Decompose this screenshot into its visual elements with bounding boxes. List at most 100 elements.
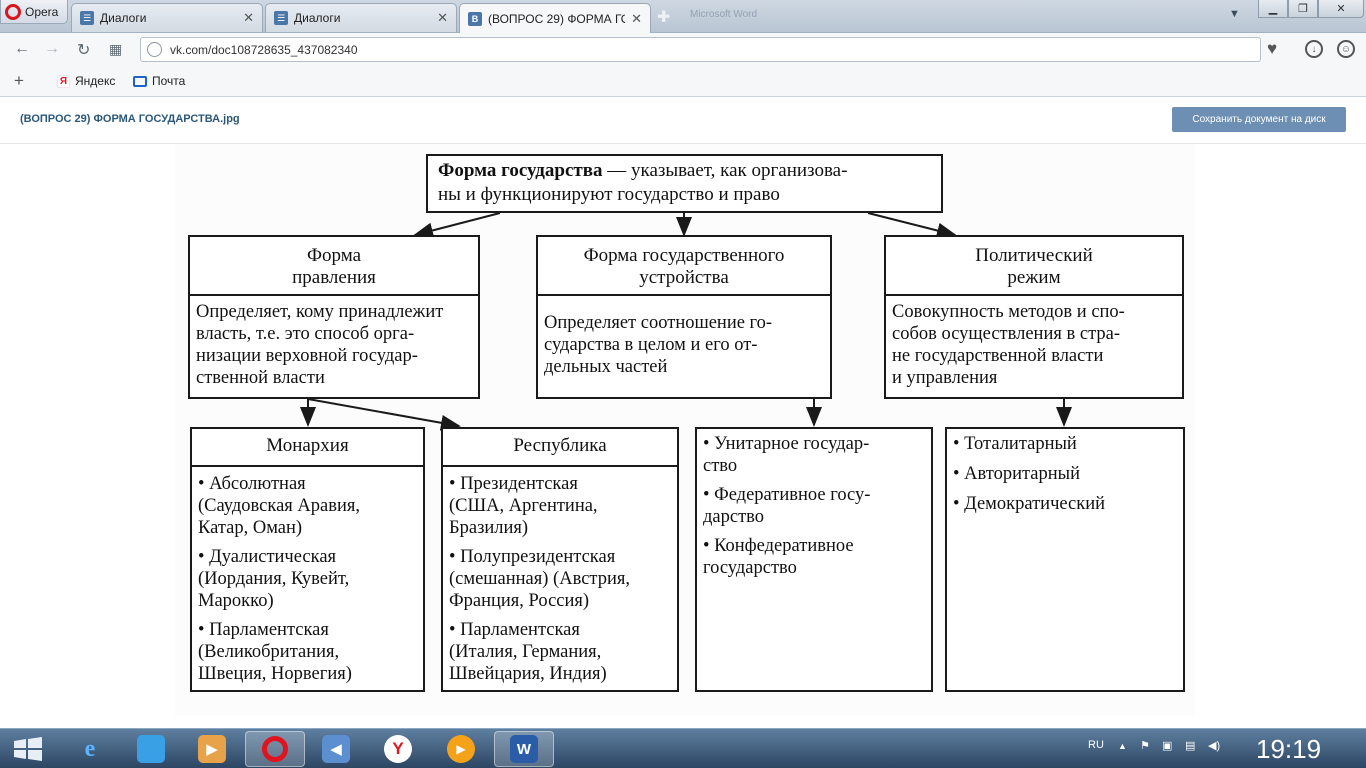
word-taskbar-button[interactable]: W <box>494 731 554 767</box>
back-icon[interactable]: ← <box>14 40 30 58</box>
body-line: не государственной власти <box>892 346 1104 366</box>
regime-types-box: • Тоталитарный • Авторитарный • Демократ… <box>945 427 1185 692</box>
tab-dialogi-2[interactable]: ☰ Диалоги ✕ <box>265 3 457 32</box>
close-icon[interactable]: ✕ <box>631 11 642 27</box>
vk-icon: ☰ <box>80 11 94 25</box>
language-indicator[interactable]: RU <box>1088 739 1104 751</box>
item-line: Марокко) <box>198 591 274 611</box>
device-icon[interactable]: ▣ <box>1162 739 1172 752</box>
tab-dialogi-1[interactable]: ☰ Диалоги ✕ <box>71 3 263 32</box>
yandex-icon: Я <box>57 74 70 88</box>
item-line: Бразилия) <box>449 518 529 538</box>
media-player-icon: ▶ <box>198 735 226 763</box>
account-icon[interactable]: ☺ <box>1337 40 1355 58</box>
item-line: (Италия, Германия, <box>449 642 602 662</box>
title-line: правления <box>292 267 376 288</box>
vk-icon: ☰ <box>274 11 288 25</box>
tab-document[interactable]: B (ВОПРОС 29) ФОРМА ГОС ✕ <box>459 3 651 33</box>
root-term: Форма государства <box>438 160 603 181</box>
title-line: режим <box>1007 267 1061 288</box>
item-line: государство <box>703 558 797 578</box>
document-header: (ВОПРОС 29) ФОРМА ГОСУДАРСТВА.jpg Сохран… <box>0 97 1366 144</box>
volume-icon[interactable]: ◀) <box>1208 739 1220 752</box>
forward-icon[interactable]: → <box>44 40 60 58</box>
republic-title: Республика <box>513 435 607 456</box>
list-item: • Конфедеративное государство <box>703 535 925 579</box>
opera-taskbar-button[interactable] <box>245 731 305 767</box>
save-to-disk-button[interactable]: Сохранить документ на диск <box>1172 107 1346 132</box>
close-icon[interactable]: ✕ <box>243 10 254 26</box>
body-line: Совокупность методов и спо- <box>892 302 1125 322</box>
title-line: Политический <box>975 245 1093 266</box>
speed-dial-icon[interactable]: ▦ <box>109 41 122 58</box>
root-box: Форма государства — указывает, как орган… <box>426 154 943 213</box>
media-center-button[interactable]: ▶ <box>182 731 242 767</box>
form-of-government-definition: Определяет, кому принадлежит власть, т.е… <box>190 296 478 389</box>
internet-explorer-button[interactable]: e <box>60 731 120 767</box>
body-line: собов осуществления в стра- <box>892 324 1120 344</box>
item-line: (США, Аргентина, <box>449 496 598 516</box>
minimize-icon[interactable]: ▁ <box>1258 0 1288 18</box>
item-line: (Иордания, Кувейт, <box>198 569 350 589</box>
list-item: • Дуалистическая (Иордания, Кувейт, Маро… <box>198 546 417 612</box>
tab-title: (ВОПРОС 29) ФОРМА ГОС <box>488 11 626 26</box>
background-window-title: Microsoft Word <box>690 9 758 20</box>
site-info-icon[interactable] <box>147 42 162 57</box>
windows-start-icon[interactable] <box>8 733 48 765</box>
list-item: • Унитарное государ- ство <box>703 433 925 477</box>
list-item: • Тоталитарный <box>953 434 1077 454</box>
sound-button[interactable]: ◀ <box>306 731 366 767</box>
yandex-browser-button[interactable]: Y <box>368 731 428 767</box>
item-line: (Великобритания, <box>198 642 340 662</box>
political-regime-definition: Совокупность методов и спо- собов осущес… <box>886 296 1182 389</box>
opera-menu-button[interactable]: Opera <box>0 0 68 24</box>
political-regime-title: Политический режим <box>886 237 1182 294</box>
body-line: Определяет соотношение го- <box>544 313 773 333</box>
document-viewer: Форма государства — указывает, как орган… <box>0 144 1366 728</box>
taskbar: e ▶ ◀ Y ▶ W RU ▲ ⚑ ▣ ▤ ◀) 19:19 <box>0 728 1366 768</box>
action-center-icon[interactable]: ⚑ <box>1140 739 1150 752</box>
window-close-icon[interactable]: ✕ <box>1318 0 1364 18</box>
clock[interactable]: 19:19 <box>1256 734 1321 765</box>
list-item: • Демократический <box>953 494 1106 514</box>
list-item: • Абсолютная (Саудовская Аравия, Катар, … <box>198 473 417 539</box>
tab-menu-icon[interactable]: ▼ <box>1229 8 1240 20</box>
item-line: Катар, Оман) <box>198 518 303 538</box>
tab-title: Диалоги <box>294 11 341 25</box>
list-item: • Авторитарный <box>953 464 1080 484</box>
bookmark-label: Яндекс <box>75 74 116 88</box>
document-title[interactable]: (ВОПРОС 29) ФОРМА ГОСУДАРСТВА.jpg <box>20 113 240 125</box>
download-icon[interactable]: ↓ <box>1305 40 1323 58</box>
title-line: Форма <box>306 245 362 266</box>
new-tab-icon[interactable]: ✚ <box>657 7 670 27</box>
explorer-button[interactable] <box>121 731 181 767</box>
tab-strip: Opera ☰ Диалоги ✕ ☰ Диалоги ✕ B (ВОПРОС … <box>0 0 1366 33</box>
state-structure-definition: Определяет соотношение го- сударства в ц… <box>538 296 830 378</box>
item-line: (Саудовская Аравия, <box>198 496 361 516</box>
show-hidden-icons-icon[interactable]: ▲ <box>1118 741 1127 751</box>
form-of-government-box: Форма правления Определяет, кому принадл… <box>188 235 480 399</box>
item-line: • Парламентская <box>198 620 329 640</box>
url-text: vk.com/doc108728635_437082340 <box>170 42 358 57</box>
item-line: • Абсолютная <box>198 474 306 494</box>
network-icon[interactable]: ▤ <box>1185 739 1195 752</box>
opera-menu-label: Opera <box>25 4 59 19</box>
bookmark-pochta[interactable]: Почта <box>133 74 185 88</box>
reload-icon[interactable]: ↻ <box>77 40 90 60</box>
restore-icon[interactable]: ❐ <box>1288 0 1318 18</box>
item-line: • Конфедеративное <box>703 536 854 556</box>
form-of-government-title: Форма правления <box>190 237 478 294</box>
address-field[interactable]: vk.com/doc108728635_437082340 <box>140 37 1261 62</box>
video-player-button[interactable]: ▶ <box>431 731 491 767</box>
republic-list: • Президентская (США, Аргентина, Бразили… <box>443 473 677 685</box>
close-icon[interactable]: ✕ <box>437 10 448 26</box>
navigation-bar: ← → ↻ ▦ vk.com/doc108728635_437082340 ♥ … <box>0 33 1366 66</box>
list-item: • Полупрезидентская (смешанная) (Австрия… <box>449 546 671 612</box>
mail-icon <box>133 75 147 87</box>
heart-icon[interactable]: ♥ <box>1267 39 1277 59</box>
item-line: Швейцария, Индия) <box>449 664 607 684</box>
root-definition-line2: ны и функционируют государство и право <box>438 184 780 205</box>
state-structure-title: Форма государственного устройства <box>538 237 830 294</box>
bookmark-yandex[interactable]: Я Яндекс <box>57 74 115 88</box>
add-bookmark-icon[interactable]: + <box>14 71 24 91</box>
